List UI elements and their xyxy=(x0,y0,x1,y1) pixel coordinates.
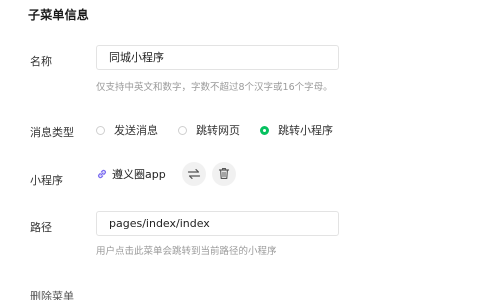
radio-label: 跳转网页 xyxy=(196,124,240,137)
link-icon xyxy=(96,168,108,180)
radio-circle-checked xyxy=(260,125,269,135)
message-type-radio-group: 发送消息 跳转网页 跳转小程序 xyxy=(96,122,353,138)
mini-program-name: 遵义圈app xyxy=(96,166,166,182)
radio-send-message[interactable]: 发送消息 xyxy=(96,122,158,138)
submenu-info-panel: 子菜单信息 名称 同城小程序 仅支持中英文和数字，字数不超过8个汉字或16个字母… xyxy=(0,0,480,300)
message-type-label: 消息类型 xyxy=(30,126,74,139)
radio-jump-miniprogram[interactable]: 跳转小程序 xyxy=(260,122,333,138)
name-label: 名称 xyxy=(30,55,52,68)
radio-label: 发送消息 xyxy=(114,124,158,137)
delete-button[interactable] xyxy=(211,162,236,186)
swap-icon xyxy=(187,165,201,184)
mini-program-name-text: 遵义圈app xyxy=(112,168,166,181)
radio-circle xyxy=(96,125,105,135)
mini-program-selection: 遵义圈app xyxy=(96,161,236,187)
path-hint: 用户点击此菜单会跳转到当前路径的小程序 xyxy=(96,246,277,257)
name-hint: 仅支持中英文和数字，字数不超过8个汉字或16个字母。 xyxy=(96,82,333,93)
radio-circle xyxy=(178,125,187,135)
radio-label: 跳转小程序 xyxy=(278,124,333,137)
radio-jump-webpage[interactable]: 跳转网页 xyxy=(178,122,240,138)
mini-program-label: 小程序 xyxy=(30,174,63,187)
swap-button[interactable] xyxy=(181,162,206,186)
path-input[interactable]: pages/index/index xyxy=(96,211,339,236)
path-label: 路径 xyxy=(30,221,52,234)
section-title: 子菜单信息 xyxy=(28,8,90,22)
trash-icon xyxy=(218,165,230,184)
delete-menu-button[interactable]: 删除菜单 xyxy=(30,288,74,300)
name-input[interactable]: 同城小程序 xyxy=(96,45,339,70)
